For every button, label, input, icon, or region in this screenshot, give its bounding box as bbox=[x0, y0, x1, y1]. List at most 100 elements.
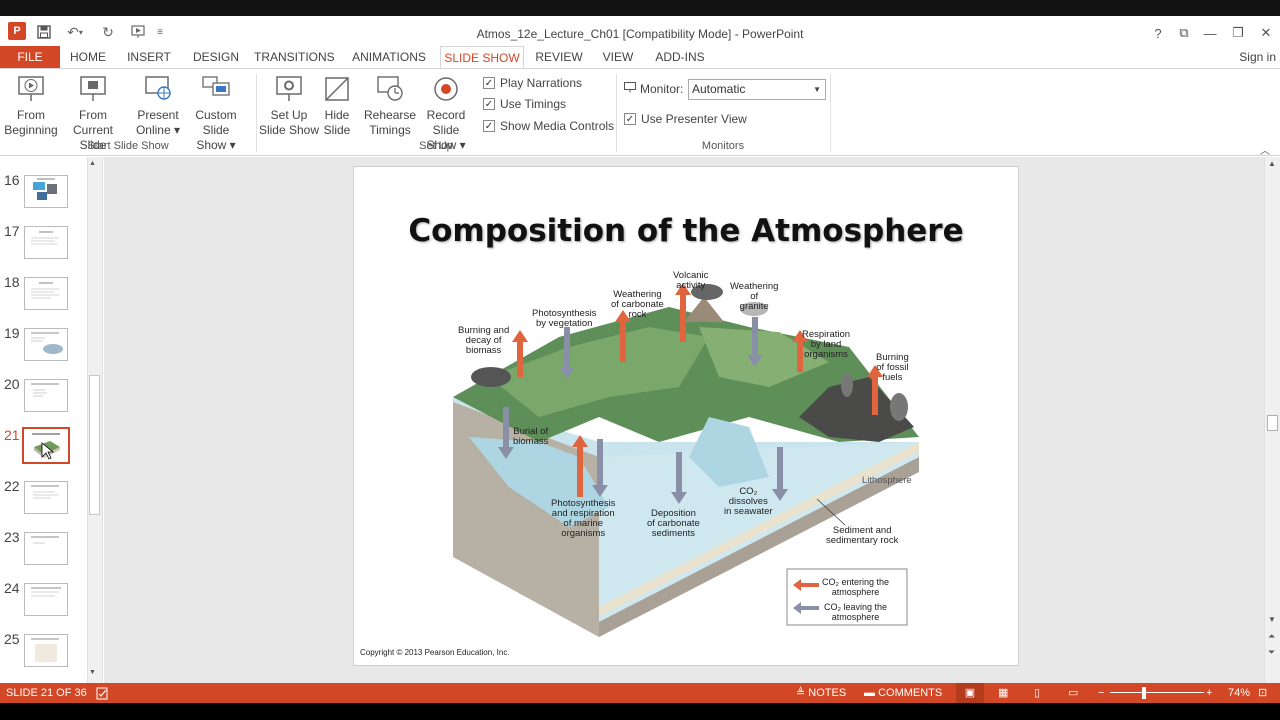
label-sediment-rock: Sediment and sedimentary rock bbox=[826, 525, 899, 546]
tab-review[interactable]: REVIEW bbox=[534, 46, 584, 68]
slide-thumbnail[interactable] bbox=[24, 379, 68, 412]
rehearse-timings-icon bbox=[375, 74, 405, 104]
slide-scrollbar[interactable]: ▲ ▼ ⏶ ⏷ bbox=[1264, 157, 1280, 683]
label-respiration-land: Respiration by land organisms bbox=[802, 329, 851, 360]
monitor-label-row: Monitor: bbox=[624, 82, 683, 96]
scroll-up-icon[interactable]: ▲ bbox=[1268, 159, 1276, 168]
slide-thumbnail[interactable] bbox=[24, 277, 68, 310]
zoom-level[interactable]: 74% bbox=[1228, 683, 1250, 703]
close-icon[interactable]: ✕ bbox=[1254, 24, 1278, 42]
rehearse-label-1: Rehearse bbox=[364, 108, 417, 122]
fit-slide-icon[interactable]: ⊡ bbox=[1258, 683, 1267, 703]
rehearse-timings-button[interactable]: Rehearse Timings bbox=[364, 74, 416, 138]
show-media-controls-label: Show Media Controls bbox=[500, 119, 615, 133]
tab-file[interactable]: FILE bbox=[0, 46, 60, 68]
tab-insert[interactable]: INSERT bbox=[124, 46, 174, 68]
play-narrations-checkbox[interactable]: ✓ Play Narrations bbox=[483, 76, 582, 90]
tab-animations[interactable]: ANIMATIONS bbox=[350, 46, 428, 68]
zoom-slider-thumb[interactable] bbox=[1142, 687, 1146, 699]
checkmark-icon: ✓ bbox=[483, 120, 495, 132]
notes-icon: ≜ bbox=[796, 687, 809, 699]
slide-number: 20 bbox=[4, 376, 20, 392]
hide-slide-label-1: Hide bbox=[324, 108, 350, 122]
scroll-down-icon[interactable]: ▼ bbox=[1268, 615, 1276, 624]
use-timings-checkbox[interactable]: ✓ Use Timings bbox=[483, 97, 566, 111]
previous-slide-icon[interactable]: ⏶ bbox=[1268, 631, 1275, 642]
tab-add-ins[interactable]: ADD-INS bbox=[652, 46, 708, 68]
tab-transitions[interactable]: TRANSITIONS bbox=[254, 46, 335, 68]
scroll-up-icon[interactable]: ▲ bbox=[89, 160, 96, 167]
present-online-button[interactable]: Present Online ▾ bbox=[134, 74, 182, 138]
tab-view[interactable]: VIEW bbox=[598, 46, 638, 68]
scroll-down-icon[interactable]: ▼ bbox=[89, 669, 96, 676]
slide-thumbnail[interactable] bbox=[24, 226, 68, 259]
thumbnail-scroll-thumb[interactable] bbox=[89, 375, 100, 515]
slide-thumbnail-active[interactable] bbox=[22, 427, 70, 464]
help-icon[interactable]: ? bbox=[1146, 24, 1170, 42]
from-current-slide-icon bbox=[78, 74, 108, 104]
use-presenter-view-label: Use Presenter View bbox=[641, 112, 747, 126]
slide-thumbnail[interactable] bbox=[24, 634, 68, 667]
slide-thumbnail[interactable] bbox=[24, 532, 68, 565]
hide-slide-button[interactable]: Hide Slide bbox=[320, 74, 354, 138]
minimize-icon[interactable]: — bbox=[1198, 24, 1222, 42]
normal-view-icon[interactable]: ▣ bbox=[956, 683, 984, 703]
screen-top-strip bbox=[0, 0, 1280, 16]
ribbon-display-options-icon[interactable]: ⧉ bbox=[1172, 24, 1196, 42]
tab-slide-show[interactable]: SLIDE SHOW bbox=[440, 46, 524, 68]
rehearse-label-2: Timings bbox=[369, 123, 411, 137]
slide-title[interactable]: Composition of the Atmosphere bbox=[354, 213, 1018, 249]
group-monitors: Monitors bbox=[701, 140, 745, 152]
zoom-in-button[interactable]: + bbox=[1206, 683, 1212, 703]
zoom-out-button[interactable]: − bbox=[1098, 683, 1104, 703]
checkmark-icon: ✓ bbox=[483, 98, 495, 110]
spell-check-icon[interactable] bbox=[96, 683, 109, 703]
label-burning-decay: Burning and decay of biomass bbox=[458, 325, 510, 356]
from-beginning-button[interactable]: From Beginning bbox=[4, 74, 58, 138]
monitor-select[interactable]: Automatic ▼ bbox=[688, 79, 826, 100]
slide-show-view-icon[interactable]: ▭ bbox=[1068, 683, 1078, 703]
slide-thumbnail[interactable] bbox=[24, 175, 68, 208]
slide-thumbnail[interactable] bbox=[24, 583, 68, 616]
notes-button[interactable]: ≜ NOTES bbox=[796, 683, 846, 703]
screen-bottom-strip bbox=[0, 703, 1280, 720]
show-media-controls-checkbox[interactable]: ✓ Show Media Controls bbox=[483, 119, 614, 133]
label-burial-biomass: Burial of biomass bbox=[513, 426, 549, 447]
window-title: Atmos_12e_Lecture_Ch01 [Compatibility Mo… bbox=[476, 27, 804, 41]
zoom-slider[interactable] bbox=[1110, 692, 1204, 693]
slide-number: 17 bbox=[4, 223, 20, 239]
setup-label-2: Slide Show bbox=[258, 123, 320, 137]
label-marine-organisms: Photosynthesis and respiration of marine or… bbox=[551, 498, 616, 539]
sign-in-link[interactable]: Sign in bbox=[1239, 46, 1276, 68]
set-up-slide-show-icon bbox=[274, 74, 304, 104]
label-co2-dissolves: CO₂ dissolves in seawater bbox=[724, 486, 773, 517]
slide-sorter-icon[interactable]: ▦ bbox=[998, 683, 1008, 703]
use-presenter-view-checkbox[interactable]: ✓ Use Presenter View bbox=[624, 112, 747, 126]
checkmark-icon: ✓ bbox=[483, 77, 495, 89]
comments-button[interactable]: ▬ COMMENTS bbox=[864, 683, 942, 703]
next-slide-icon[interactable]: ⏷ bbox=[1268, 647, 1275, 658]
label-volcanic-activity: Volcanic activity bbox=[673, 270, 709, 291]
current-slide[interactable]: Composition of the Atmosphere Burning an… bbox=[353, 166, 1019, 666]
label-deposition-carbonate: Deposition of carbonate sediments bbox=[647, 508, 700, 539]
slide-number: 18 bbox=[4, 274, 20, 290]
tab-home[interactable]: HOME bbox=[66, 46, 110, 68]
custom-show-label-1: Custom Slide bbox=[195, 108, 237, 137]
slide-count[interactable]: SLIDE 21 OF 36 bbox=[6, 683, 87, 703]
restore-icon[interactable]: ❐ bbox=[1226, 24, 1250, 42]
slide-thumbnail[interactable] bbox=[24, 481, 68, 514]
reading-view-icon[interactable]: ▯ bbox=[1034, 683, 1040, 703]
slide-thumbnail[interactable] bbox=[24, 328, 68, 361]
set-up-slide-show-button[interactable]: Set Up Slide Show bbox=[258, 74, 320, 138]
slide-number: 24 bbox=[4, 580, 20, 596]
tab-design[interactable]: DESIGN bbox=[190, 46, 242, 68]
monitor-label: Monitor: bbox=[640, 82, 684, 96]
powerpoint-window: P ↶ ▾ ↻ ≡ Atmos_12e_Lecture_Ch01 [Compat… bbox=[0, 0, 1280, 720]
collapse-ribbon-icon[interactable]: ︿ bbox=[1260, 142, 1270, 157]
use-timings-label: Use Timings bbox=[500, 97, 567, 111]
group-separator bbox=[616, 74, 617, 152]
record-slide-show-icon bbox=[431, 74, 461, 104]
copyright-text: Copyright © 2013 Pearson Education, Inc. bbox=[360, 648, 510, 657]
group-set-up: Set Up bbox=[419, 140, 453, 152]
slide-scroll-thumb[interactable] bbox=[1267, 415, 1278, 431]
